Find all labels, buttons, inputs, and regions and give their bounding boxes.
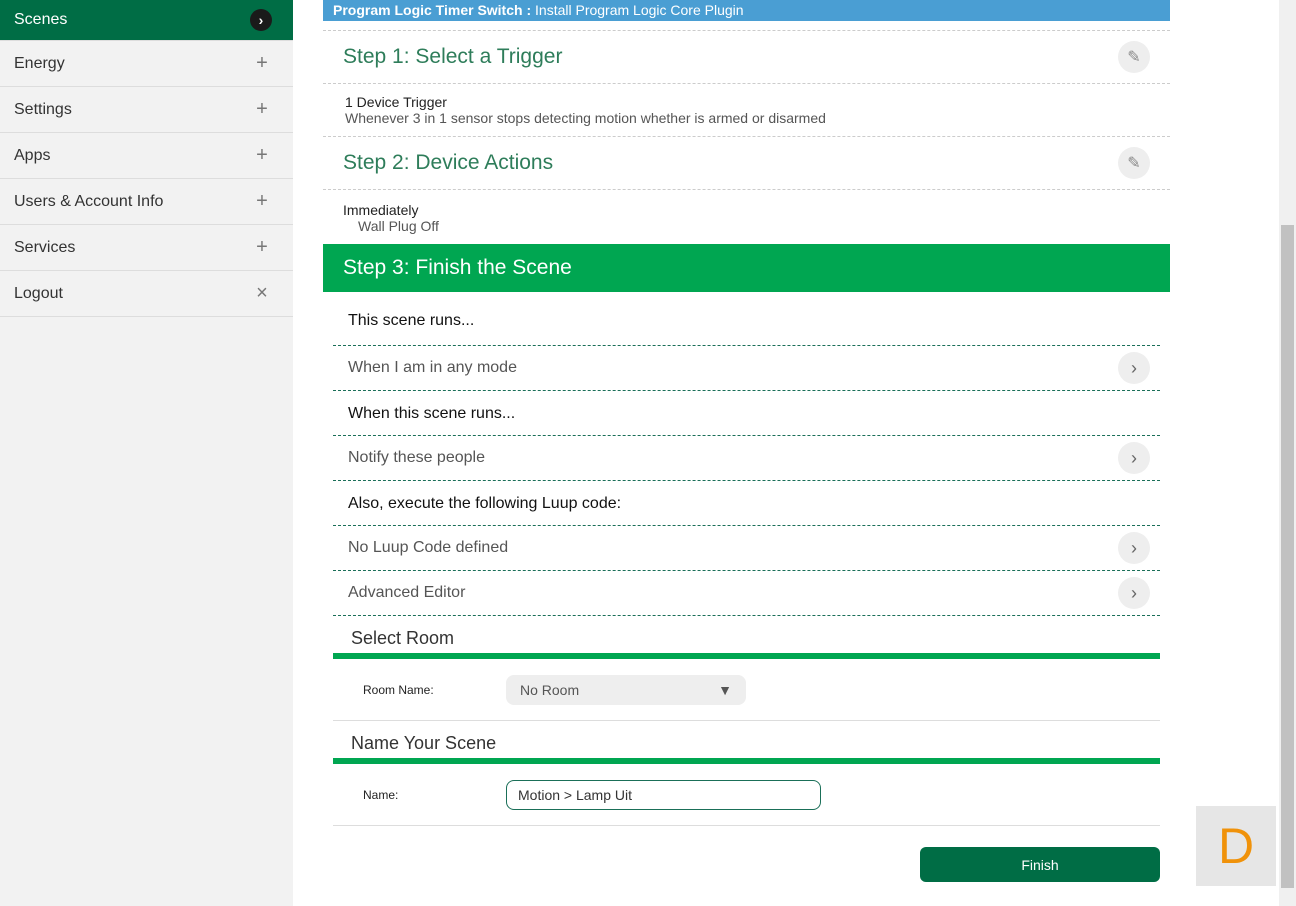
advanced-editor-row[interactable]: Advanced Editor ›: [333, 571, 1160, 616]
chevron-right-icon: ›: [1118, 577, 1150, 609]
chevron-right-icon: ›: [1118, 532, 1150, 564]
notify-text: Notify these people: [348, 449, 485, 466]
sidebar-item-users[interactable]: Users & Account Info +: [0, 179, 293, 225]
select-room-heading: Select Room: [333, 616, 1160, 659]
sidebar-item-energy[interactable]: Energy +: [0, 41, 293, 87]
chevron-right-icon: ›: [1118, 352, 1150, 384]
step1-title: Step 1: Select a Trigger: [343, 45, 563, 68]
sidebar-item-label: Services: [14, 238, 76, 256]
advanced-text: Advanced Editor: [348, 584, 466, 601]
sidebar-item-logout[interactable]: Logout ×: [0, 271, 293, 317]
chevron-right-icon: ›: [1118, 442, 1150, 474]
mode-row[interactable]: When I am in any mode ›: [333, 346, 1160, 391]
trigger-summary: 1 Device Trigger Whenever 3 in 1 sensor s…: [323, 84, 1170, 137]
notify-row[interactable]: Notify these people ›: [333, 436, 1160, 481]
chevron-right-icon: ›: [250, 9, 272, 31]
dropdown-arrow-icon: ▼: [718, 681, 732, 698]
scene-name-input[interactable]: [506, 779, 821, 810]
actions-summary: Immediately Wall Plug Off: [323, 190, 1170, 244]
luup-text: No Luup Code defined: [348, 539, 509, 556]
edit-trigger-button[interactable]: ✎: [1118, 41, 1150, 73]
sidebar-item-label: Energy: [14, 54, 65, 72]
sidebar-item-label: Users & Account Info: [14, 192, 164, 210]
luup-label: Also, execute the following Luup code:: [333, 481, 1160, 526]
room-select[interactable]: No Room ▼: [506, 674, 746, 705]
trigger-count: 1 Device Trigger: [345, 94, 447, 110]
name-label: Name:: [363, 787, 399, 802]
plugin-banner[interactable]: Program Logic Timer Switch : Install Pro…: [323, 0, 1170, 21]
mode-text: When I am in any mode: [348, 359, 517, 376]
plus-icon: +: [256, 190, 268, 212]
trigger-description: Whenever 3 in 1 sensor stops detecting m…: [345, 110, 826, 126]
step2-title: Step 2: Device Actions: [343, 151, 554, 174]
step2-header: Step 2: Device Actions ✎: [323, 137, 1170, 190]
step1-header: Step 1: Select a Trigger ✎: [323, 31, 1170, 84]
close-icon: ×: [256, 282, 268, 304]
sidebar-item-services[interactable]: Services +: [0, 225, 293, 271]
edit-actions-button[interactable]: ✎: [1118, 147, 1150, 179]
finish-button[interactable]: Finish: [920, 847, 1160, 882]
d-badge[interactable]: D: [1196, 806, 1276, 886]
plus-icon: +: [256, 144, 268, 166]
sidebar: Scenes › Energy + Settings + Apps + Users & …: [0, 0, 293, 906]
runs-label: This scene runs...: [333, 292, 1160, 346]
when-label: When this scene runs...: [333, 391, 1160, 436]
action-timing: Immediately: [343, 202, 419, 218]
scrollbar-thumb[interactable]: [1281, 225, 1294, 888]
plus-icon: +: [256, 98, 268, 120]
action-item: Wall Plug Off: [358, 218, 439, 234]
sidebar-item-label: Settings: [14, 100, 72, 118]
sidebar-item-label: Scenes: [14, 11, 68, 28]
sidebar-item-settings[interactable]: Settings +: [0, 87, 293, 133]
sidebar-item-apps[interactable]: Apps +: [0, 133, 293, 179]
name-scene-heading: Name Your Scene: [333, 721, 1160, 764]
plus-icon: +: [256, 52, 268, 74]
banner-text: Install Program Logic Core Plugin: [531, 2, 744, 18]
step3-header: Step 3: Finish the Scene: [323, 244, 1170, 292]
scene-editor: Program Logic Timer Switch : Install Pro…: [323, 0, 1170, 826]
luup-row[interactable]: No Luup Code defined ›: [333, 526, 1160, 571]
sidebar-item-label: Apps: [14, 146, 51, 164]
sidebar-item-scenes[interactable]: Scenes ›: [0, 0, 293, 41]
banner-title: Program Logic Timer Switch :: [333, 2, 532, 18]
room-value: No Room: [520, 681, 580, 698]
plus-icon: +: [256, 236, 268, 258]
sidebar-item-label: Logout: [14, 284, 63, 302]
room-label: Room Name:: [363, 682, 434, 697]
scrollbar[interactable]: [1279, 0, 1296, 906]
